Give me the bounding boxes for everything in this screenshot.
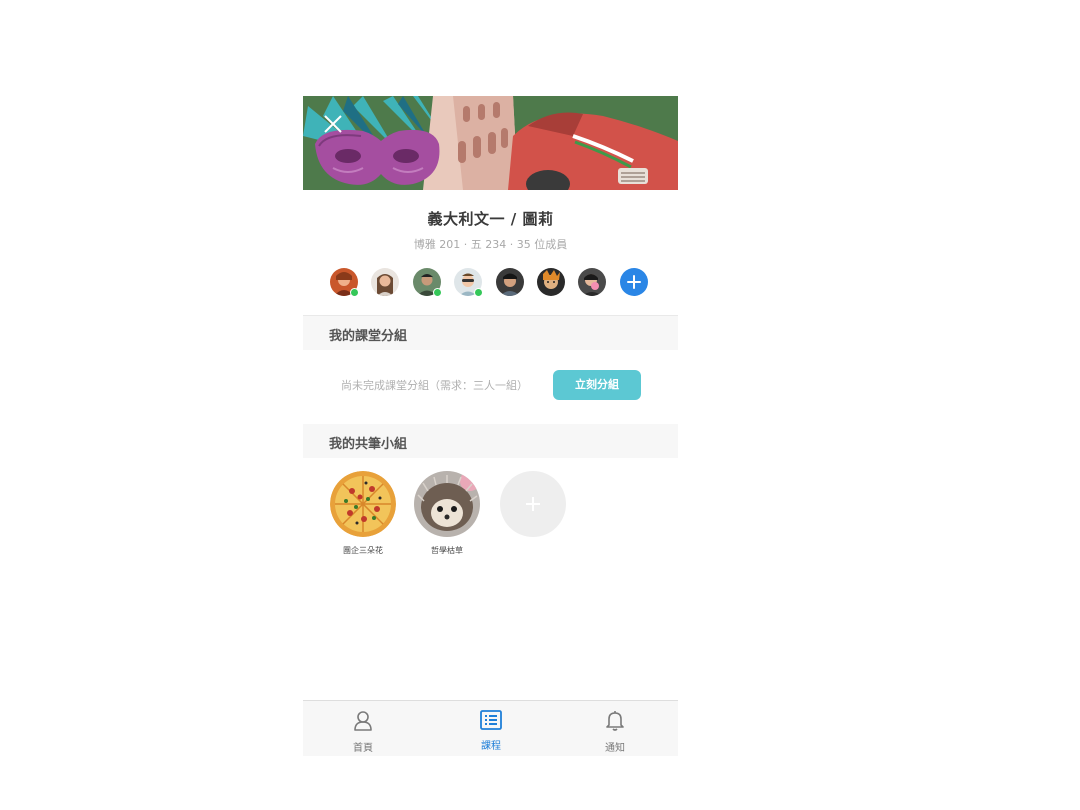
notebook-label: 團企三朵花 [343,546,383,555]
notebook-group[interactable]: 哲學枯草 [414,471,480,556]
user-icon [354,711,372,731]
section-title: 我的共筆小組 [329,437,408,452]
section-header-class-group: 我的課堂分組 [303,316,678,350]
member-avatar[interactable] [330,268,359,297]
section-title: 我的課堂分組 [329,329,408,344]
group-now-button[interactable]: 立刻分組 [553,370,641,400]
banner-illustration [303,96,678,190]
group-status-note: 尚未完成課堂分組（需求：三人一組） [341,379,528,392]
add-notebook-button[interactable] [500,471,566,537]
add-member-button[interactable] [620,268,648,296]
online-indicator [350,288,359,297]
member-avatar[interactable] [454,268,483,297]
pizza-image [330,471,396,537]
list-icon [480,710,502,730]
member-avatar[interactable] [578,268,606,296]
online-indicator [474,288,483,297]
course-banner [303,96,678,190]
tab-notifications[interactable]: 通知 [580,701,650,756]
close-icon [324,115,342,133]
course-title: 義大利文一 / 圖莉 [427,210,554,228]
online-indicator [433,288,442,297]
notebook-label: 哲學枯草 [431,546,463,555]
course-screen: 義大利文一 / 圖莉 博雅 201 · 五 234 · 35 位成員 我的課堂分… [303,96,678,756]
tab-label: 通知 [605,743,625,754]
avatar [537,268,565,296]
course-meta: 博雅 201 · 五 234 · 35 位成員 [413,238,568,251]
tab-label: 課程 [481,741,501,752]
hedgehog-image [414,471,480,537]
tab-courses[interactable]: 課程 [456,701,526,756]
bell-icon [606,711,624,731]
member-avatar[interactable] [413,268,442,297]
bottom-tab-bar: 首頁 課程 通知 [303,700,678,756]
tab-home[interactable]: 首頁 [328,701,398,756]
member-avatars [330,268,660,297]
section-header-notebooks: 我的共筆小組 [303,424,678,458]
member-avatar[interactable] [371,268,399,296]
notebook-group[interactable]: 團企三朵花 [330,471,396,556]
member-avatar[interactable] [496,268,524,296]
member-avatar[interactable] [537,268,565,296]
tab-label: 首頁 [353,743,373,754]
avatar [371,268,399,296]
close-button[interactable] [319,110,347,138]
avatar [496,268,524,296]
avatar [578,268,606,296]
